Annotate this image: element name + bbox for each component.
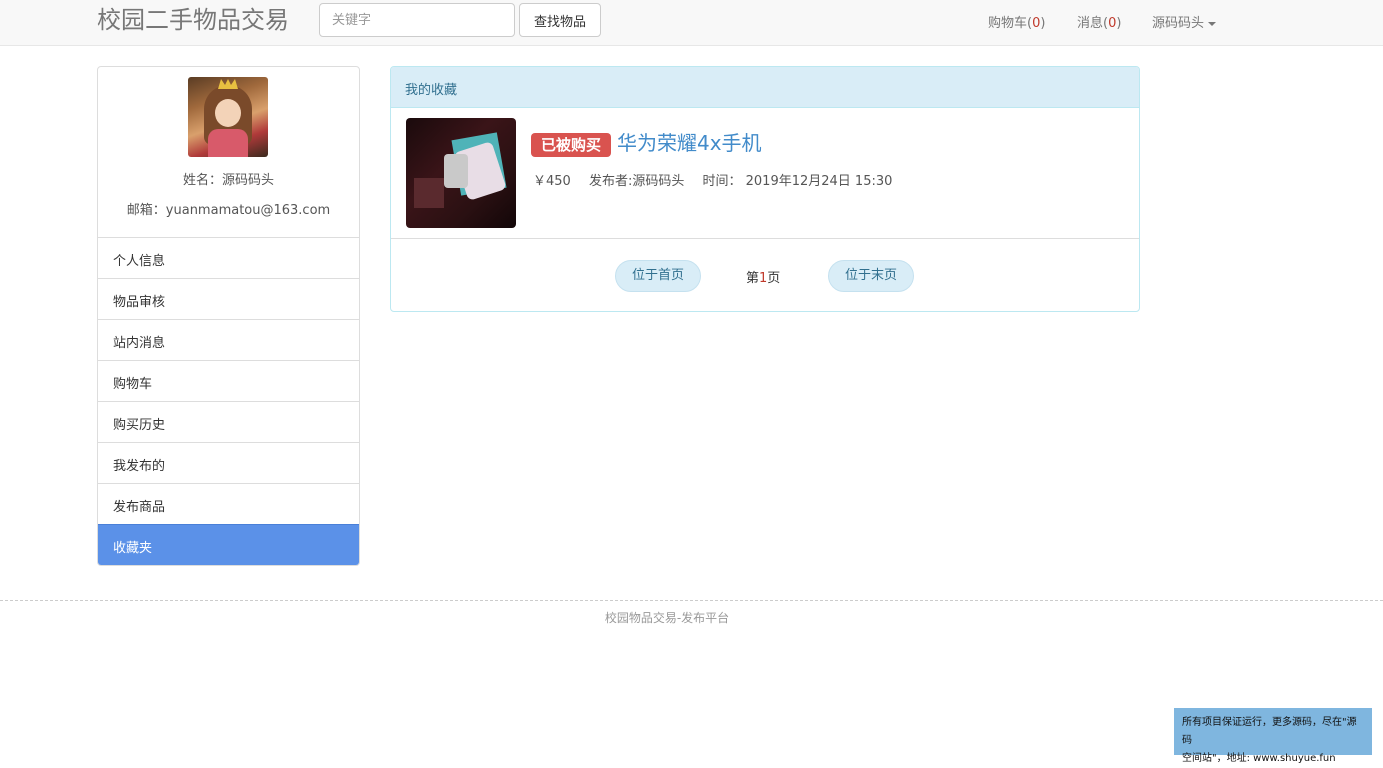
corner-ad-banner[interactable]: 所有项目保证运行，更多源码，尽在"源码 空间站"，地址: www.shuyue.… [1174, 708, 1372, 764]
corner-ad-line-2: 空间站"，地址: www.shuyue.fun [1182, 753, 1336, 764]
avatar [188, 77, 268, 157]
last-page-button[interactable]: 位于末页 [828, 260, 914, 292]
item-time: 时间： 2019年12月24日 15:30 [702, 174, 893, 189]
item-meta: ￥450 发布者:源码码头 时间： 2019年12月24日 15:30 [533, 170, 906, 189]
profile-sidebar: 姓名：源码码头 邮箱：yuanmamatou@163.com 个人信息 物品审核… [97, 66, 360, 566]
favorites-heading: 我的收藏 [391, 67, 1139, 108]
user-menu-dropdown[interactable]: 源码码头 [1152, 12, 1217, 31]
sidebar-item-personal-info[interactable]: 个人信息 [98, 237, 359, 278]
profile-name: 姓名：源码码头 [182, 173, 274, 188]
page-prefix: 第 [746, 271, 760, 286]
user-menu-label: 源码码头 [1152, 16, 1205, 31]
profile-email: 邮箱：yuanmamatou@163.com [126, 203, 331, 218]
nav-cart-label: 购物车( [988, 16, 1033, 31]
sidebar-item-publish-item[interactable]: 发布商品 [98, 483, 359, 524]
nav-cart-link[interactable]: 购物车(0) [988, 12, 1045, 31]
item-title-link[interactable]: 华为荣耀4x手机 [617, 129, 762, 157]
top-navbar: 校园二手物品交易 查找物品 购物车(0) 消息(0) 源码码头 [0, 0, 1383, 46]
corner-ad-line-1: 所有项目保证运行，更多源码，尽在"源码 [1182, 717, 1357, 746]
sidebar-item-my-posts[interactable]: 我发布的 [98, 442, 359, 483]
site-brand[interactable]: 校园二手物品交易 [97, 6, 289, 34]
sold-status-badge: 已被购买 [531, 133, 612, 157]
item-thumbnail[interactable] [406, 118, 516, 228]
sidebar-item-cart[interactable]: 购物车 [98, 360, 359, 401]
nav-messages-close: ) [1116, 16, 1122, 31]
search-input[interactable] [319, 3, 515, 37]
nav-messages-link[interactable]: 消息(0) [1077, 12, 1121, 31]
favorites-panel: 我的收藏 已被购买 华为荣耀4x手机 ￥450 发布者:源码码头 时间： 201… [390, 66, 1140, 312]
first-page-button[interactable]: 位于首页 [615, 260, 701, 292]
nav-cart-close: ) [1040, 16, 1046, 31]
nav-messages-label: 消息( [1077, 16, 1109, 31]
sidebar-item-item-review[interactable]: 物品审核 [98, 278, 359, 319]
sidebar-item-favorites[interactable]: 收藏夹 [98, 524, 359, 565]
sidebar-item-site-messages[interactable]: 站内消息 [98, 319, 359, 360]
page-indicator: 第1页 [746, 267, 780, 286]
search-button[interactable]: 查找物品 [519, 3, 601, 37]
item-publisher: 发布者:源码码头 [588, 174, 685, 189]
caret-down-icon [1208, 21, 1217, 26]
footer-text: 校园物品交易-发布平台 [604, 611, 730, 625]
item-price: ￥450 [533, 174, 571, 189]
footer-divider [0, 600, 1383, 601]
sidebar-item-purchase-history[interactable]: 购买历史 [98, 401, 359, 442]
row-divider [391, 238, 1139, 239]
page-suffix: 页 [767, 271, 781, 286]
